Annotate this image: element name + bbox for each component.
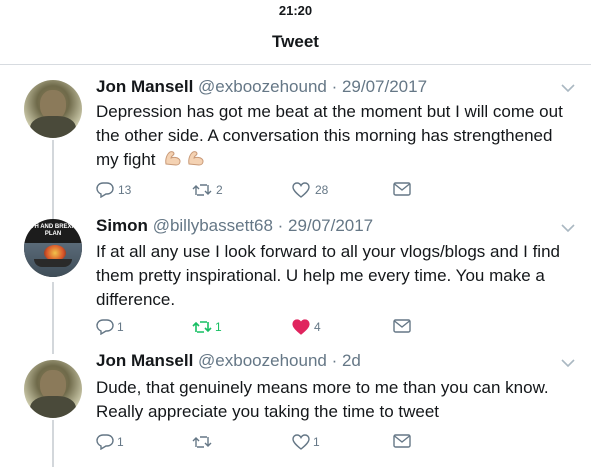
like-button[interactable]: 4: [292, 317, 352, 337]
tweet[interactable]: Jon Mansell @exboozehound · 29/07/2017 D…: [0, 64, 591, 204]
like-count: 1: [313, 435, 320, 449]
heart-icon: [292, 319, 310, 335]
chevron-down-icon[interactable]: [561, 84, 575, 93]
flexed-biceps-icon: [188, 151, 204, 166]
envelope-icon: [393, 434, 411, 448]
retweet-button[interactable]: 2: [192, 180, 252, 200]
like-button[interactable]: 1: [292, 432, 352, 452]
like-button[interactable]: 28: [292, 180, 352, 200]
retweet-icon: [192, 321, 212, 333]
tweet-actions: 1 1 4: [96, 317, 426, 337]
envelope-icon: [393, 319, 411, 333]
author-meta: @exboozehound · 2d: [198, 351, 361, 370]
avatar[interactable]: [24, 360, 82, 418]
retweet-icon: [192, 436, 212, 448]
retweet-icon: [192, 184, 212, 196]
chevron-down-icon[interactable]: [561, 359, 575, 368]
message-button[interactable]: [393, 432, 413, 452]
nav-bar: Tweet: [0, 22, 591, 65]
retweet-button[interactable]: [192, 432, 252, 452]
message-button[interactable]: [393, 317, 413, 337]
tweet-text: If at all any use I look forward to all …: [96, 242, 560, 309]
heart-icon: [292, 182, 310, 198]
reply-button[interactable]: 1: [96, 317, 156, 337]
message-button[interactable]: [393, 180, 413, 200]
reply-button[interactable]: 1: [96, 432, 156, 452]
status-bar: 21:20: [0, 0, 591, 22]
reply-icon: [96, 434, 114, 450]
author-name[interactable]: Simon: [96, 216, 148, 235]
avatar-caption: ITH AND BREXIT PLAN: [29, 224, 77, 237]
tweet-actions: 1 1: [96, 432, 426, 452]
author-meta: @billybassett68 · 29/07/2017: [152, 216, 374, 235]
envelope-icon: [393, 182, 411, 196]
tweet[interactable]: ITH AND BREXIT PLAN Simon @billybassett6…: [0, 204, 591, 346]
retweet-count: 1: [215, 320, 222, 334]
retweet-button[interactable]: 1: [192, 317, 252, 337]
chevron-down-icon[interactable]: [561, 224, 575, 233]
retweet-count: 2: [216, 183, 223, 197]
like-count: 28: [315, 183, 329, 197]
like-count: 4: [314, 320, 321, 334]
flexed-biceps-icon: [165, 151, 181, 166]
avatar[interactable]: [24, 80, 82, 138]
tweet[interactable]: Jon Mansell @exboozehound · 2d Dude, tha…: [0, 346, 591, 467]
tweet-header: Jon Mansell @exboozehound · 2d: [96, 351, 361, 371]
author-name[interactable]: Jon Mansell: [96, 77, 193, 96]
status-time: 21:20: [278, 3, 313, 18]
reply-icon: [96, 319, 114, 335]
reply-count: 1: [117, 435, 124, 449]
reply-count: 1: [117, 320, 124, 334]
tweet-text-block: Depression has got me beat at the moment…: [96, 100, 576, 172]
tweet-header: Simon @billybassett68 · 29/07/2017: [96, 216, 373, 236]
page-title: Tweet: [272, 32, 319, 51]
tweet-actions: 13 2 28: [96, 180, 426, 200]
author-name[interactable]: Jon Mansell: [96, 351, 193, 370]
avatar[interactable]: ITH AND BREXIT PLAN: [24, 219, 82, 277]
tweet-header: Jon Mansell @exboozehound · 29/07/2017: [96, 77, 427, 97]
author-meta: @exboozehound · 29/07/2017: [198, 77, 428, 96]
reply-count: 13: [118, 183, 132, 197]
reply-button[interactable]: 13: [96, 180, 156, 200]
tweet-text: Dude, that genuinely means more to me th…: [96, 378, 549, 421]
heart-icon: [292, 434, 310, 450]
reply-icon: [96, 182, 114, 198]
